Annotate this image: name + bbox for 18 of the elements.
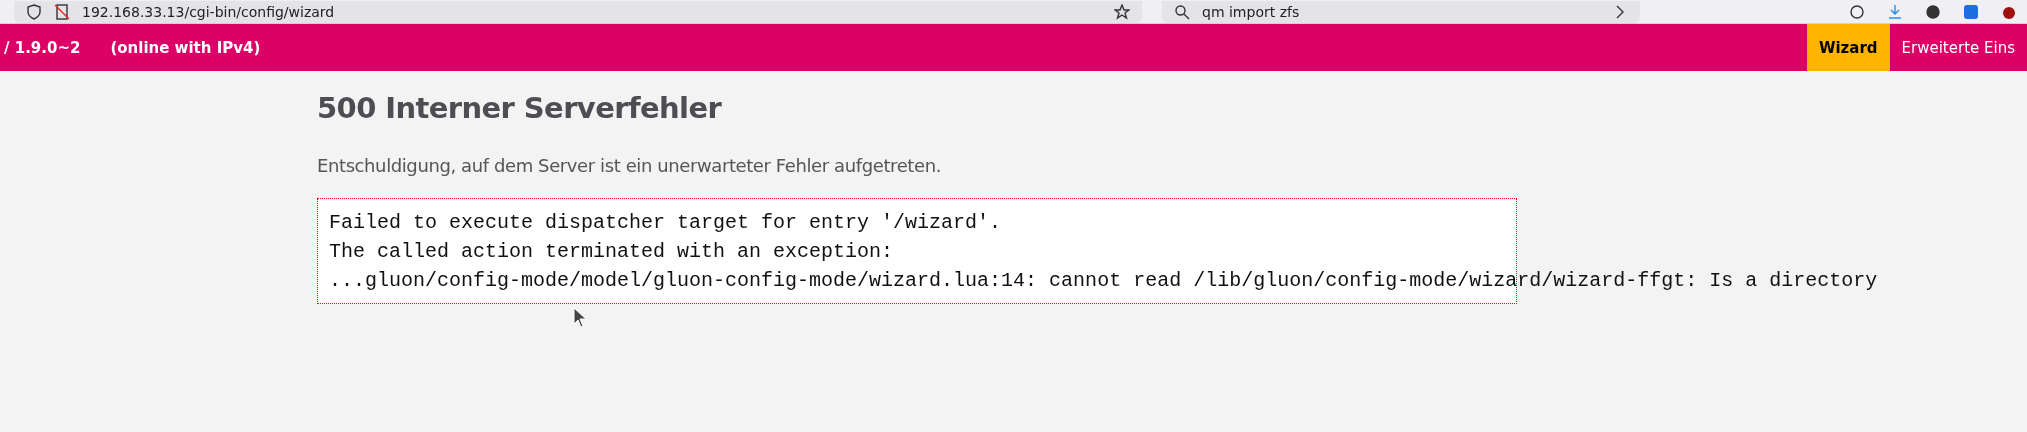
error-detail-line: Failed to execute dispatcher target for entry '/wizard'. bbox=[329, 210, 1002, 236]
nav-link[interactable]: Erweiterte Eins bbox=[1889, 24, 2027, 71]
url-text: 192.168.33.13/cgi-bin/config/wizard bbox=[82, 3, 336, 20]
version-text: / 1.9.0~2 bbox=[4, 37, 81, 59]
download-icon bbox=[1887, 3, 1903, 20]
search-icon bbox=[1174, 3, 1190, 20]
star-icon bbox=[1114, 3, 1130, 20]
error-message: Entschuldigung, auf dem Server ist ein unerwarteter Fehler aufgetreten. bbox=[317, 155, 942, 176]
search-field[interactable]: qm import zfs bbox=[1162, 0, 1640, 23]
error-title: 500 Interner Serverfehler bbox=[317, 91, 723, 125]
mouse-pointer-icon bbox=[573, 307, 587, 329]
search-text: qm import zfs bbox=[1202, 3, 1301, 20]
address-bar[interactable]: 192.168.33.13/cgi-bin/config/wizard bbox=[14, 0, 1142, 23]
error-detail-line: The called action terminated with an exception: bbox=[329, 239, 894, 265]
status-text: (online with IPv4) bbox=[110, 37, 261, 59]
insecure-page-icon bbox=[54, 3, 70, 20]
error-detail-line: ...gluon/config-mode/model/gluon-config-mode/wizard.lua:14: cannot read /lib/gluon/config-mode/wizard/wizard-ffgt: Is a directory bbox=[329, 268, 1878, 294]
nav-link[interactable]: Wizard bbox=[1806, 24, 1890, 71]
